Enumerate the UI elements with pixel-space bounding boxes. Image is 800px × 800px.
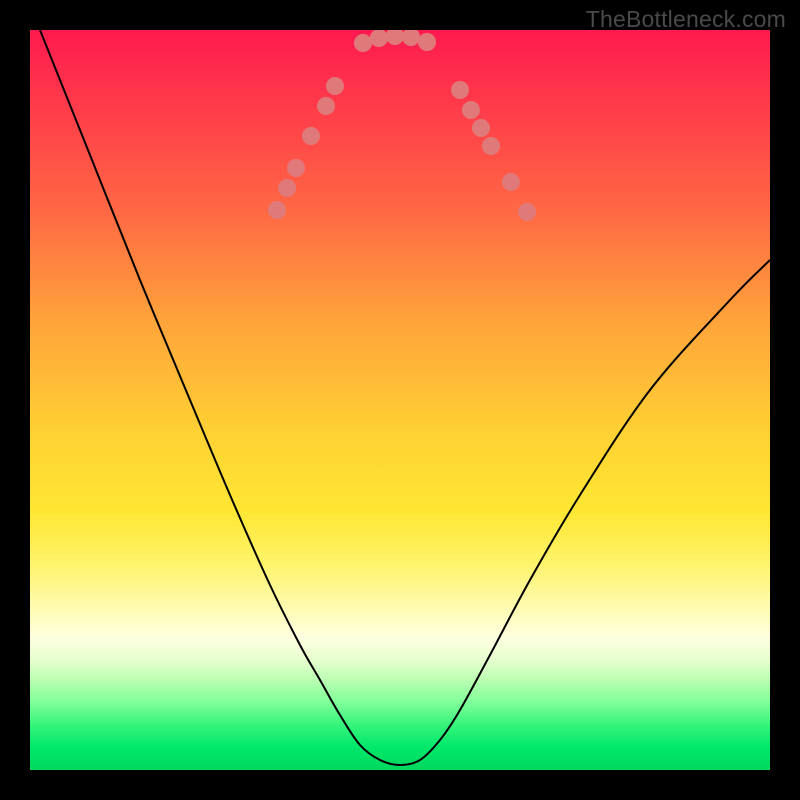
left-marker-4 <box>302 127 320 145</box>
right-marker-6 <box>518 203 536 221</box>
watermark-text: TheBottleneck.com <box>586 6 786 33</box>
bottom-marker-5 <box>418 33 436 51</box>
right-marker-3 <box>472 119 490 137</box>
bottom-marker-1 <box>354 34 372 52</box>
right-marker-1 <box>451 81 469 99</box>
left-marker-1 <box>268 201 286 219</box>
plot-area <box>30 30 770 770</box>
bottom-marker-4 <box>402 30 420 46</box>
left-marker-3 <box>287 159 305 177</box>
left-marker-6 <box>326 77 344 95</box>
bottom-marker-2 <box>370 30 388 47</box>
left-marker-2 <box>278 179 296 197</box>
markers-group <box>268 30 536 221</box>
right-marker-2 <box>462 101 480 119</box>
curve-svg <box>30 30 770 770</box>
right-marker-5 <box>502 173 520 191</box>
bottleneck-curve <box>40 30 770 765</box>
left-marker-5 <box>317 97 335 115</box>
right-marker-4 <box>482 137 500 155</box>
chart-frame: TheBottleneck.com <box>0 0 800 800</box>
bottom-marker-3 <box>386 30 404 45</box>
